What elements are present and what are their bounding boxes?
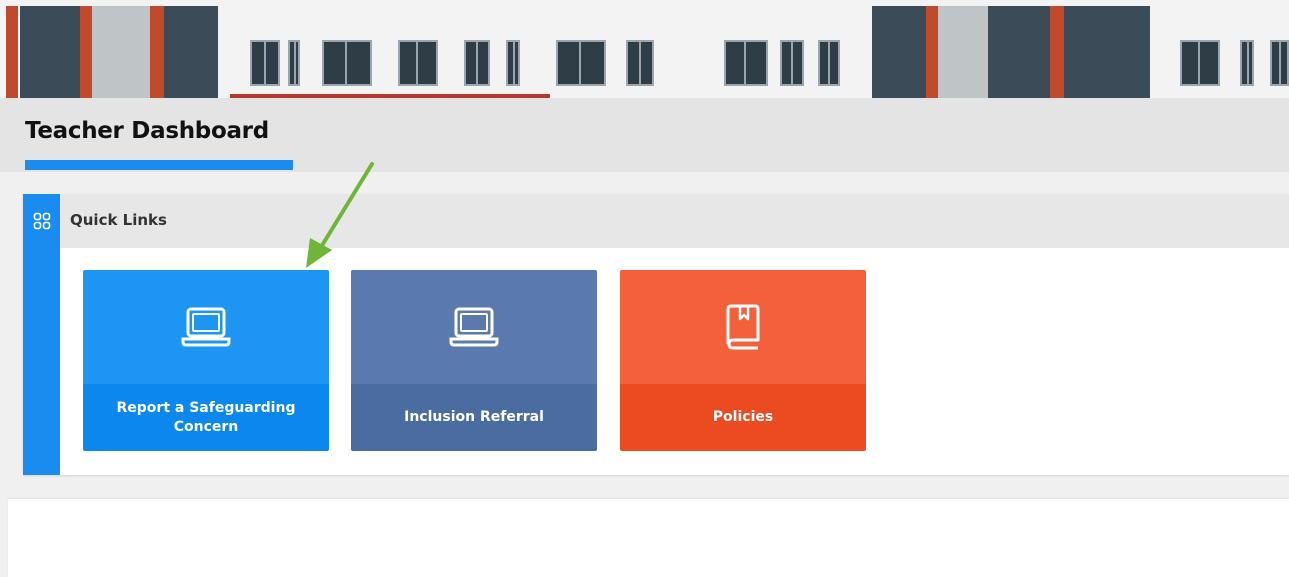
content-panel [8, 499, 1289, 577]
book-icon [726, 304, 760, 350]
grid-icon [23, 194, 60, 248]
tile-label: Report a Safeguarding Concern [83, 384, 329, 451]
title-underline [25, 160, 293, 170]
annotation-arrow-icon [306, 162, 374, 268]
header-banner-image [0, 0, 1289, 98]
tile-label: Policies [620, 384, 866, 451]
tile-inclusion-referral[interactable]: Inclusion Referral [351, 270, 597, 451]
tile-policies[interactable]: Policies [620, 270, 866, 451]
teacher-dashboard-page: Teacher Dashboard Quick Links Report a S… [0, 0, 1289, 577]
tile-label: Inclusion Referral [351, 384, 597, 451]
tile-report-safeguarding-concern[interactable]: Report a Safeguarding Concern [83, 270, 329, 451]
laptop-icon [449, 307, 499, 347]
page-title: Teacher Dashboard [25, 118, 269, 144]
quick-links-panel: Quick Links Report a Safeguarding Concer… [23, 194, 1289, 475]
quick-links-header: Quick Links [60, 194, 1289, 248]
quick-links-title: Quick Links [70, 211, 167, 229]
laptop-icon [181, 307, 231, 347]
